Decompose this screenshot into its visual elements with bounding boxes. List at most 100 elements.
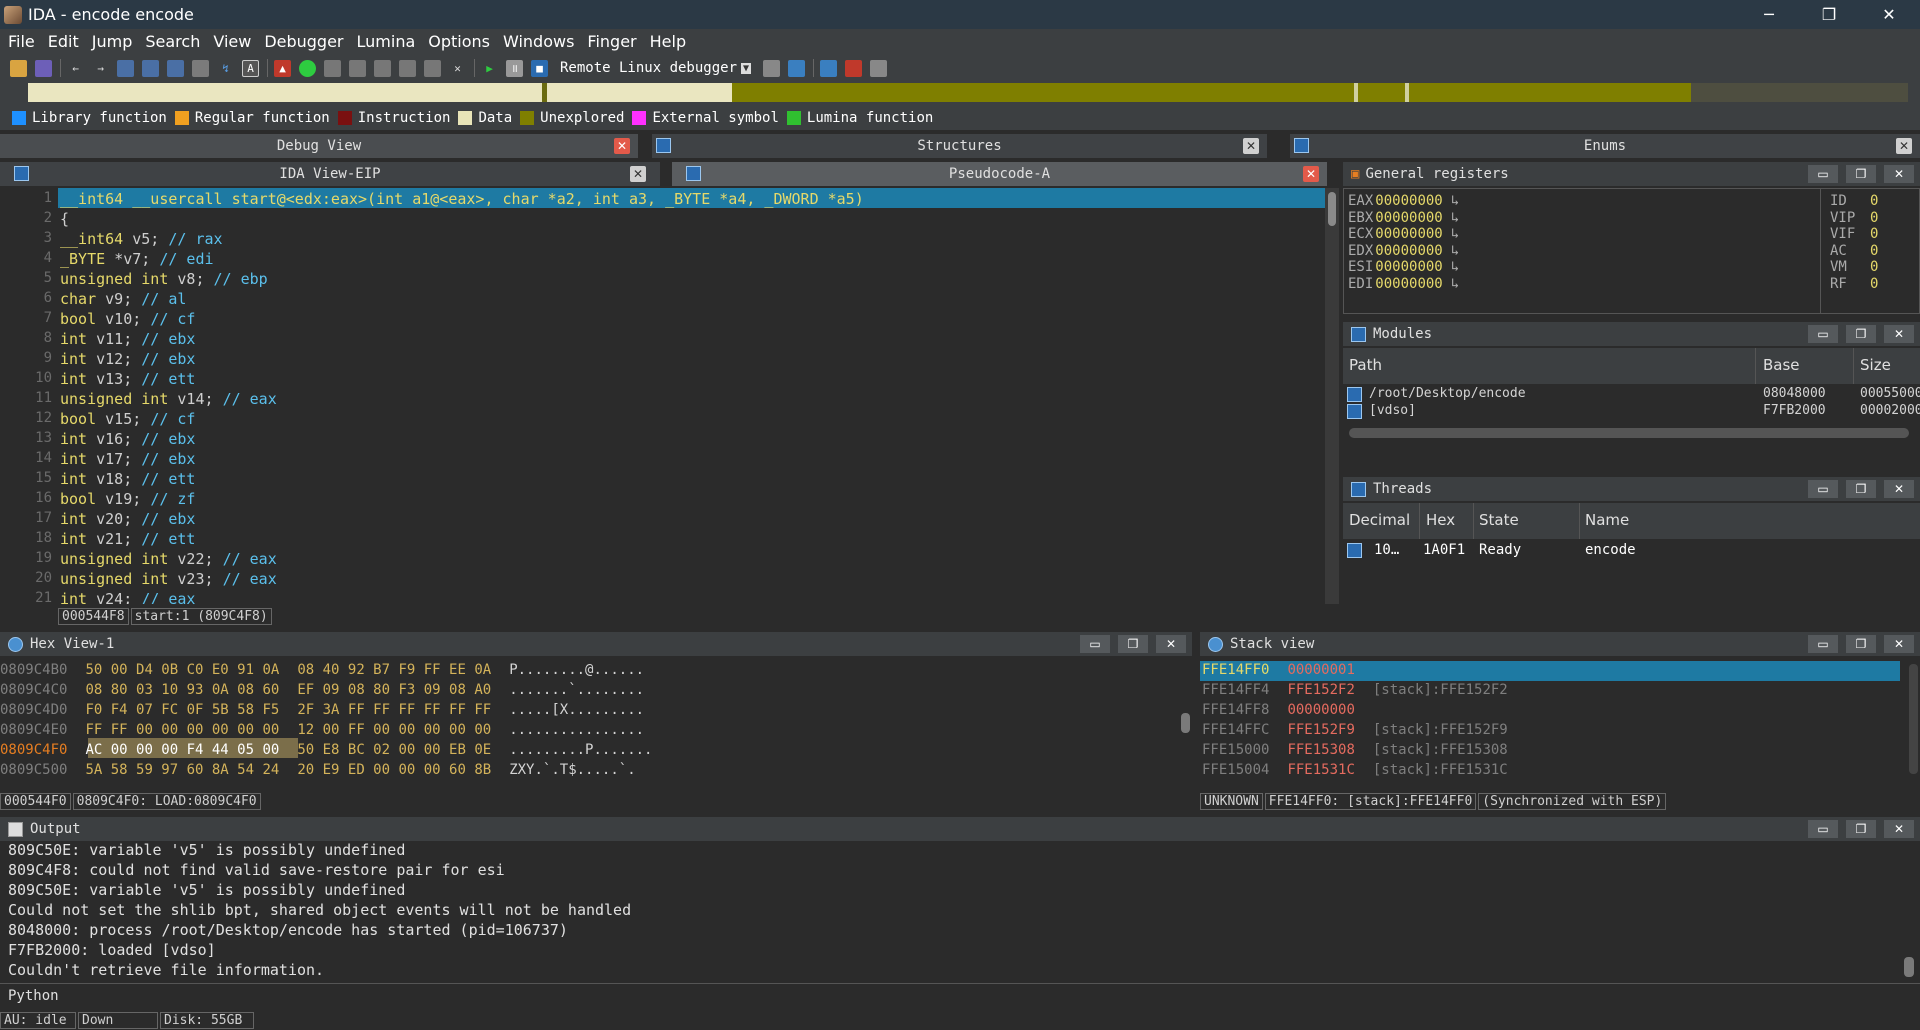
code-line[interactable]: __int64 __usercall start@<edx:eax>(int a… [60, 190, 864, 208]
register-row[interactable]: EDI 00000000 ↳ [1348, 276, 1459, 292]
menu-jump[interactable]: Jump [92, 32, 133, 51]
code-line[interactable]: int v20; // ebx [60, 510, 195, 528]
pause-icon[interactable]: ॥ [506, 59, 523, 77]
minimize-button[interactable]: ─ [1746, 0, 1792, 29]
back-icon[interactable]: ← [67, 60, 84, 77]
flag-value[interactable]: 0 [1870, 226, 1878, 242]
hex-bytes[interactable]: F0 F4 07 FC 0F 5B 58 F5 [85, 702, 279, 718]
menu-windows[interactable]: Windows [503, 32, 574, 51]
stack-row[interactable]: FFE15004 FFE1531C [stack]:FFE1531C [1202, 762, 1508, 778]
float-panel-icon[interactable]: ❐ [1846, 820, 1876, 838]
save-icon[interactable] [35, 59, 52, 77]
menu-debugger[interactable]: Debugger [264, 32, 343, 51]
stack-value[interactable]: FFE15308 [1287, 742, 1354, 758]
menu-lumina[interactable]: Lumina [357, 32, 416, 51]
hex-icon[interactable] [117, 59, 134, 77]
float-panel-icon[interactable]: ❐ [1846, 635, 1876, 653]
hex-ascii[interactable]: ZXY.`.T$.....`. [509, 762, 635, 778]
float-panel-icon[interactable]: ❐ [1846, 325, 1876, 343]
minimize-panel-icon[interactable]: ▭ [1808, 820, 1838, 838]
code-line[interactable]: unsigned int v22; // eax [60, 550, 277, 568]
close-icon[interactable]: ✕ [1896, 138, 1912, 154]
register-value[interactable]: 00000000 [1375, 276, 1442, 292]
register-row[interactable]: ECX 00000000 ↳ [1348, 226, 1459, 242]
register-value[interactable]: 00000000 [1375, 210, 1442, 226]
hex-ascii[interactable]: P........@...... [509, 662, 644, 678]
code-line[interactable]: int v13; // ett [60, 370, 195, 388]
hex-bytes[interactable]: EF 09 08 80 F3 09 08 A0 [297, 682, 491, 698]
minimize-panel-icon[interactable]: ▭ [1808, 325, 1838, 343]
column-path[interactable]: Path [1349, 356, 1382, 374]
column-hex[interactable]: Hex [1426, 511, 1455, 529]
code-line[interactable]: int v21; // ett [60, 530, 195, 548]
float-panel-icon[interactable]: ❐ [1846, 480, 1876, 498]
calc-icon[interactable] [192, 59, 209, 77]
scrollbar-thumb[interactable] [1328, 192, 1336, 226]
menu-view[interactable]: View [213, 32, 251, 51]
thread-row[interactable]: 10… 1A0F1 Ready encode [1343, 541, 1920, 561]
maximize-button[interactable]: ❐ [1806, 0, 1852, 29]
tab-ida-view[interactable]: IDA View-EIP ✕ [0, 162, 660, 186]
hex-bytes[interactable]: 20 E9 ED 00 00 00 60 8B [297, 762, 491, 778]
warning-icon[interactable]: ▲ [274, 59, 291, 77]
hex-row[interactable]: 0809C4B0 50 00 D4 0B C0 E0 91 0A 08 40 92 … [0, 662, 644, 678]
hex-bytes[interactable]: 50 00 D4 0B C0 E0 91 0A [85, 662, 279, 678]
tab-enums[interactable]: Enums ✕ [1290, 134, 1920, 158]
menu-options[interactable]: Options [428, 32, 490, 51]
register-row[interactable]: EAX 00000000 ↳ [1348, 193, 1459, 209]
stack-value[interactable]: FFE152F2 [1287, 682, 1354, 698]
code-line[interactable]: { [60, 210, 69, 228]
stack-row[interactable]: FFE14FF8 00000000 [1202, 702, 1373, 718]
jump-arrow-icon[interactable]: ↳ [1451, 226, 1459, 242]
output-scrollbar-thumb[interactable] [1904, 957, 1914, 977]
close-icon[interactable]: ✕ [614, 138, 630, 154]
stack-row[interactable]: FFE14FF0 00000001 [1202, 662, 1373, 678]
hex-ascii[interactable]: .......`........ [509, 682, 644, 698]
stack-value[interactable]: FFE152F9 [1287, 722, 1354, 738]
process-icon[interactable] [788, 59, 806, 77]
menu-edit[interactable]: Edit [48, 32, 79, 51]
delete-icon[interactable]: ✕ [449, 60, 466, 77]
graph-icon[interactable] [399, 59, 416, 77]
hex-row[interactable]: 0809C4C0 08 80 03 10 93 0A 08 60 EF 09 08 … [0, 682, 644, 698]
minimize-panel-icon[interactable]: ▭ [1080, 635, 1110, 653]
close-panel-icon[interactable]: ✕ [1884, 635, 1914, 653]
flag-value[interactable]: 0 [1870, 243, 1878, 259]
hex-ascii[interactable]: ................ [509, 722, 644, 738]
patch-icon[interactable] [424, 59, 441, 77]
stack-value[interactable]: 00000001 [1287, 662, 1354, 678]
threads-panel[interactable]: Decimal Hex State Name 10… 1A0F1 Ready e… [1343, 503, 1920, 625]
hex-bytes[interactable]: AC 00 00 00 F4 44 05 00 [85, 742, 279, 758]
column-base[interactable]: Base [1763, 356, 1800, 374]
jump-arrow-icon[interactable]: ↳ [1451, 276, 1459, 292]
code-line[interactable]: unsigned int v8; // ebp [60, 270, 268, 288]
stack-row[interactable]: FFE15000 FFE15308 [stack]:FFE15308 [1202, 742, 1508, 758]
hexview-scrollbar[interactable] [1178, 658, 1192, 788]
pseudocode-scrollbar[interactable] [1325, 188, 1339, 604]
hex-ascii[interactable]: .....[X......... [509, 702, 644, 718]
hex-bytes[interactable]: 5A 58 59 97 60 8A 54 24 [85, 762, 279, 778]
jump-arrow-icon[interactable]: ↳ [1451, 210, 1459, 226]
tab-structures[interactable]: Structures ✕ [652, 134, 1267, 158]
code-line[interactable]: int v17; // ebx [60, 450, 195, 468]
pseudocode-view[interactable]: 1 __int64 __usercall start@<edx:eax>(int … [0, 188, 1325, 604]
text-search-icon[interactable] [142, 59, 159, 77]
code-line[interactable]: int v16; // ebx [60, 430, 195, 448]
stack-value[interactable]: 00000000 [1287, 702, 1354, 718]
jump-icon[interactable]: ↯ [217, 60, 234, 77]
stop-icon[interactable]: ■ [531, 59, 548, 77]
close-panel-icon[interactable]: ✕ [1884, 165, 1914, 183]
close-panel-icon[interactable]: ✕ [1884, 820, 1914, 838]
column-size[interactable]: Size [1860, 356, 1891, 374]
code-line[interactable]: unsigned int v23; // eax [60, 570, 277, 588]
register-row[interactable]: EBX 00000000 ↳ [1348, 210, 1459, 226]
flag-value[interactable]: 0 [1870, 259, 1878, 275]
tab-pseudocode[interactable]: Pseudocode-A ✕ [672, 162, 1327, 186]
stack-row[interactable]: FFE14FFC FFE152F9 [stack]:FFE152F9 [1202, 722, 1508, 738]
open-icon[interactable] [10, 59, 27, 77]
jump-arrow-icon[interactable]: ↳ [1451, 193, 1459, 209]
close-panel-icon[interactable]: ✕ [1884, 480, 1914, 498]
menu-help[interactable]: Help [650, 32, 686, 51]
hex-bytes[interactable]: 12 00 FF 00 00 00 00 00 [297, 722, 491, 738]
close-panel-icon[interactable]: ✕ [1884, 325, 1914, 343]
